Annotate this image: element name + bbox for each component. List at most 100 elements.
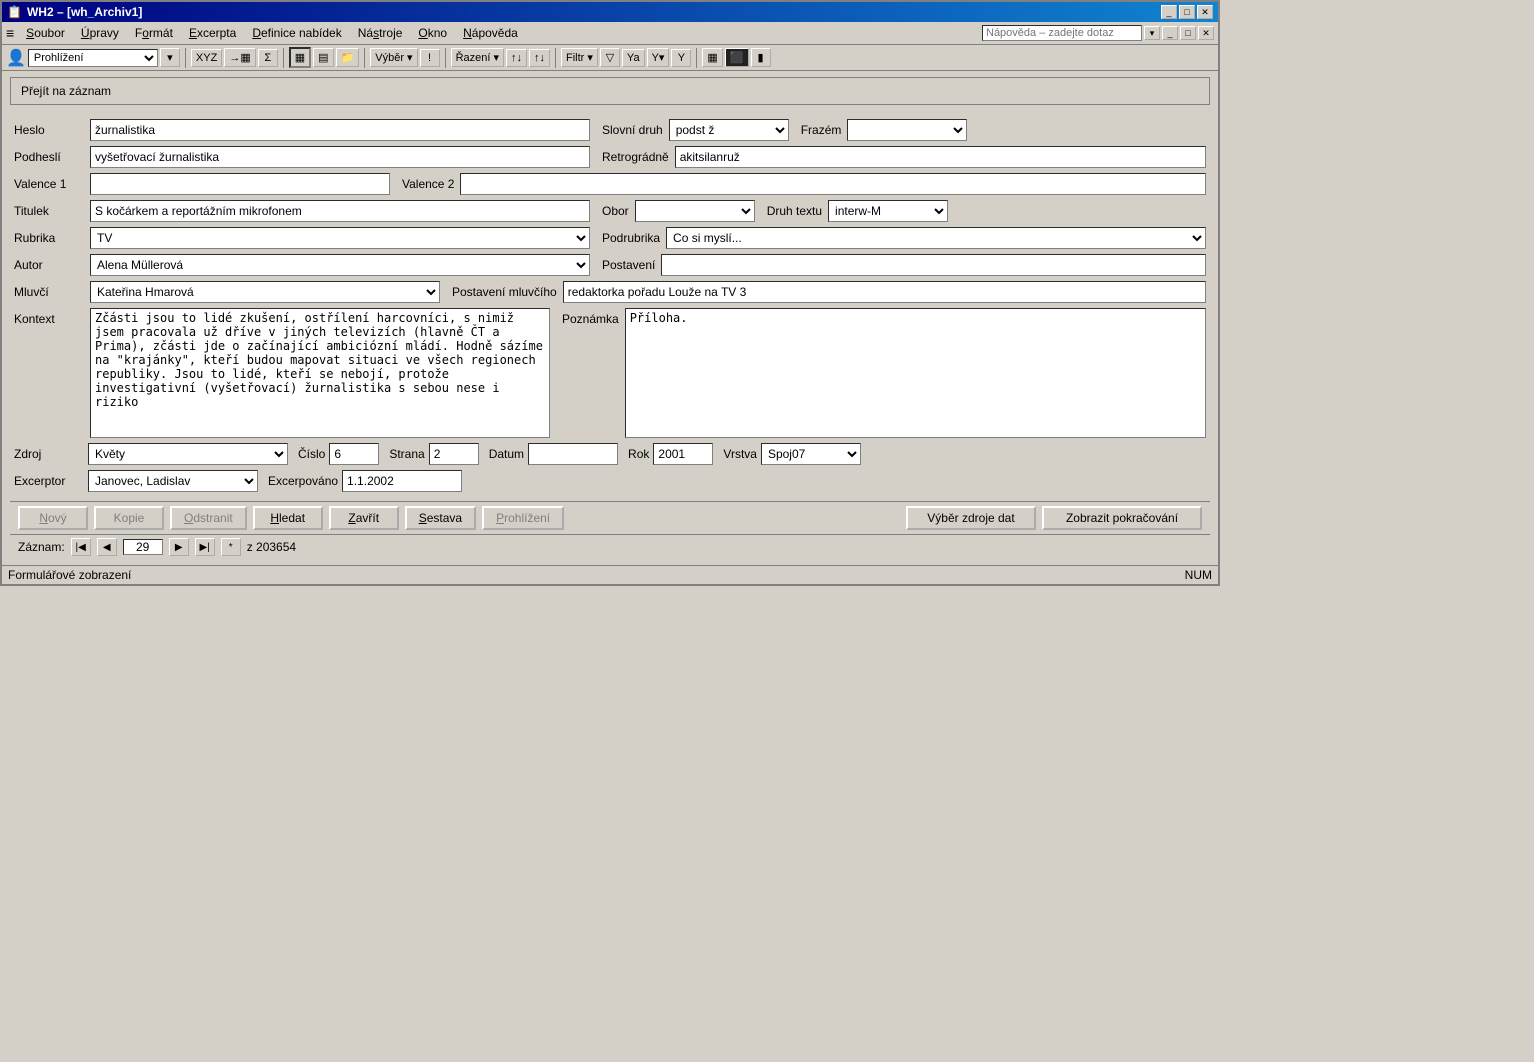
toolbar-form[interactable]: ▦ <box>289 47 311 68</box>
help-restore[interactable]: □ <box>1180 26 1196 40</box>
heslo-label: Heslo <box>14 123 84 137</box>
druh-textu-select[interactable]: interw-M <box>828 200 948 222</box>
prohlizeni-button[interactable]: Prohlížení <box>482 506 564 530</box>
menu-upravy[interactable]: Úpravy <box>73 24 127 42</box>
strana-input[interactable] <box>429 443 479 465</box>
hledat-button[interactable]: Hledat <box>253 506 323 530</box>
zdroj-select[interactable]: Květy <box>88 443 288 465</box>
podhesli-label: Podheslí <box>14 150 84 164</box>
nav-first[interactable]: |◀ <box>71 538 91 556</box>
toolbar-sep-5 <box>555 48 556 68</box>
novy-button[interactable]: Nový <box>18 506 88 530</box>
nav-star[interactable]: * <box>221 538 241 556</box>
postaveni-mluvcího-input[interactable] <box>563 281 1206 303</box>
menu-nastroje[interactable]: Nástroje <box>350 24 411 42</box>
datum-input[interactable] <box>528 443 618 465</box>
kontext-textarea[interactable]: Zčásti jsou to lidé zkušení, ostřílení h… <box>90 308 550 438</box>
toolbar-bar[interactable]: ▮ <box>751 48 771 67</box>
toolbar-folder[interactable]: 📁 <box>336 48 360 67</box>
close-button[interactable]: ✕ <box>1197 5 1213 19</box>
excerpovano-input[interactable] <box>342 470 462 492</box>
help-close[interactable]: ✕ <box>1198 26 1214 40</box>
help-input[interactable] <box>982 25 1142 41</box>
podhesli-input[interactable] <box>90 146 590 168</box>
zobrazit-button[interactable]: Zobrazit pokračování <box>1042 506 1202 530</box>
cislo-input[interactable] <box>329 443 379 465</box>
toolbar-vyber[interactable]: Výběr ▾ <box>370 48 417 67</box>
obor-select[interactable] <box>635 200 755 222</box>
help-dropdown[interactable]: ▾ <box>1144 26 1160 40</box>
toolbar-sep-2 <box>283 48 284 68</box>
toolbar-sigma[interactable]: Σ <box>258 49 278 67</box>
vyber-zdroje-button[interactable]: Výběr zdroje dat <box>906 506 1036 530</box>
toolbar-table2[interactable]: ▦ <box>702 48 722 67</box>
toolbar-xyz[interactable]: XYZ <box>191 49 222 67</box>
postaveni-input[interactable] <box>661 254 1206 276</box>
view-select[interactable]: Prohlížení <box>28 49 158 67</box>
status-bar: Formulářové zobrazení NUM <box>2 565 1218 584</box>
navigation-bar: Záznam: |◀ ◀ ▶ ▶| * z 203654 <box>10 534 1210 559</box>
excerptor-select[interactable]: Janovec, Ladislav <box>88 470 258 492</box>
vrstva-label: Vrstva <box>723 447 757 461</box>
valence2-input[interactable] <box>460 173 1206 195</box>
toolbar-razeni[interactable]: Řazení ▾ <box>451 48 504 67</box>
rok-input[interactable] <box>653 443 713 465</box>
frazem-select[interactable] <box>847 119 967 141</box>
person-icon: 👤 <box>6 48 26 68</box>
mluvcí-label: Mluvčí <box>14 285 84 299</box>
odstranit-button[interactable]: Odstranit <box>170 506 247 530</box>
toolbar-y[interactable]: Y <box>671 49 691 67</box>
nav-current[interactable] <box>123 539 163 555</box>
valence1-input[interactable] <box>90 173 390 195</box>
podrubrika-label: Podrubrika <box>602 231 660 245</box>
mluvcí-select[interactable]: Kateřina Hmarová <box>90 281 440 303</box>
vrstva-select[interactable]: Spoj07 <box>761 443 861 465</box>
status-right: NUM <box>1185 568 1212 582</box>
toolbar-y-drop[interactable]: Y▾ <box>647 48 670 67</box>
menu-okno[interactable]: Okno <box>410 24 455 42</box>
toolbar-excl[interactable]: ! <box>420 49 440 67</box>
toolbar-grid[interactable]: ▤ <box>313 48 333 67</box>
toolbar-sep-6 <box>696 48 697 68</box>
podrubrika-select[interactable]: Co si myslí... <box>666 227 1206 249</box>
heslo-row: Heslo Slovní druh podst ž Frazém <box>14 119 1206 141</box>
toolbar-filter-down[interactable]: ▽ <box>600 48 620 67</box>
toolbar-sort-za[interactable]: ↑↓ <box>529 49 550 67</box>
nav-total: z 203654 <box>247 540 296 554</box>
toolbar-dropdown-btn[interactable]: ▾ <box>160 48 180 67</box>
titulek-label: Titulek <box>14 204 84 218</box>
zavrit-button[interactable]: Zavřít <box>329 506 399 530</box>
retrogradne-input[interactable] <box>675 146 1206 168</box>
druh-textu-label: Druh textu <box>767 204 822 218</box>
toolbar-black[interactable]: ⬛ <box>725 48 749 67</box>
goto-section: Přejít na záznam <box>10 77 1210 105</box>
toolbar-sep-1 <box>185 48 186 68</box>
kopie-button[interactable]: Kopie <box>94 506 164 530</box>
help-box: ▾ _ □ ✕ <box>982 25 1214 41</box>
autor-label: Autor <box>14 258 84 272</box>
heslo-input[interactable] <box>90 119 590 141</box>
slovni-druh-select[interactable]: podst ž <box>669 119 789 141</box>
nav-last[interactable]: ▶| <box>195 538 215 556</box>
poznamka-textarea[interactable]: Příloha. <box>625 308 1206 438</box>
nav-next[interactable]: ▶ <box>169 538 189 556</box>
autor-row: Autor Alena Müllerová Postavení <box>14 254 1206 276</box>
menu-soubor[interactable]: Soubor <box>18 24 73 42</box>
autor-select[interactable]: Alena Müllerová <box>90 254 590 276</box>
toolbar-filtr[interactable]: Filtr ▾ <box>561 48 598 67</box>
maximize-button[interactable]: □ <box>1179 5 1195 19</box>
menu-excerpta[interactable]: Excerpta <box>181 24 244 42</box>
menu-format[interactable]: Formát <box>127 24 181 42</box>
nav-prev[interactable]: ◀ <box>97 538 117 556</box>
help-minimize[interactable]: _ <box>1162 26 1178 40</box>
rubrika-select[interactable]: TV <box>90 227 590 249</box>
toolbar-table[interactable]: →▦ <box>224 48 255 67</box>
sestava-button[interactable]: Sestava <box>405 506 476 530</box>
excerptor-row: Excerptor Janovec, Ladislav Excerpováno <box>14 470 1206 492</box>
titulek-input[interactable] <box>90 200 590 222</box>
toolbar-sort-az[interactable]: ↑↓ <box>506 49 527 67</box>
minimize-button[interactable]: _ <box>1161 5 1177 19</box>
menu-napoveda[interactable]: Nápověda <box>455 24 526 42</box>
menu-definice[interactable]: Definice nabídek <box>244 24 349 42</box>
toolbar-ya[interactable]: Ya <box>622 49 645 67</box>
